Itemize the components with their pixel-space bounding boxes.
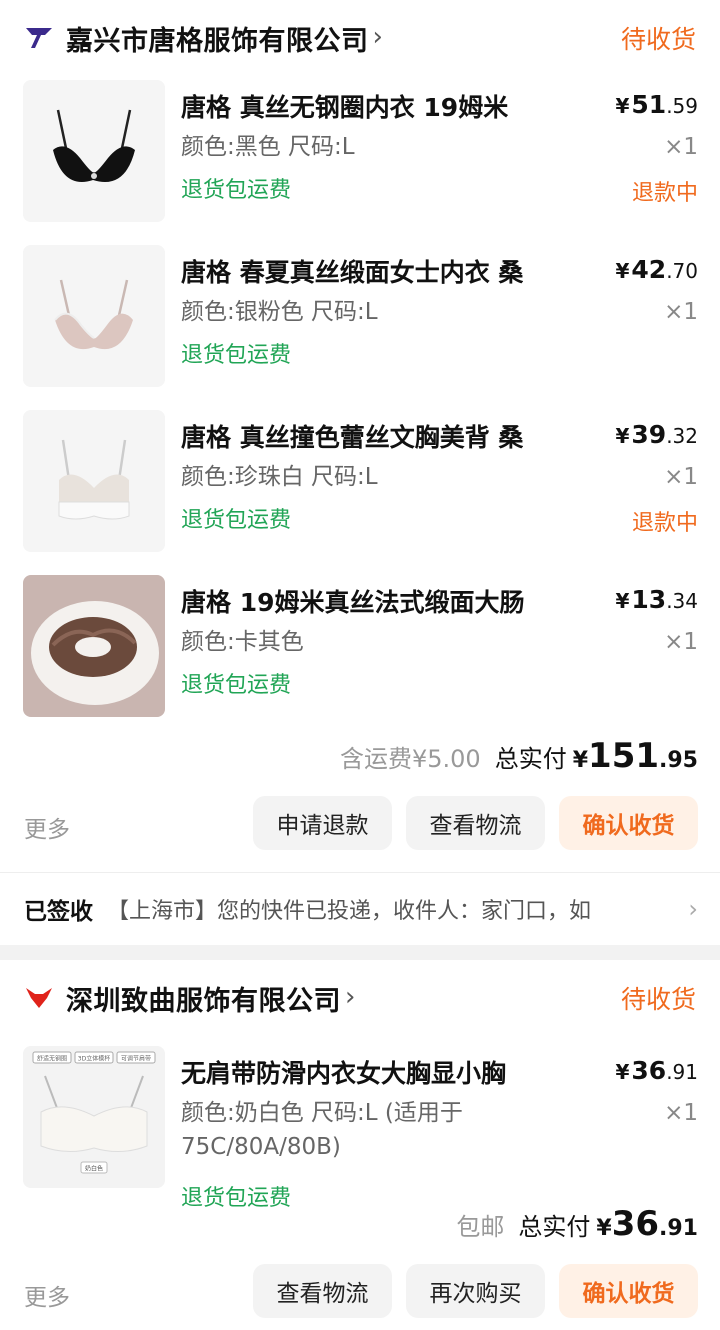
return-shipping-tag: 退货包运费 [181, 343, 292, 368]
product-title: 唐格 春夏真丝缎面女士内衣 桑 [181, 258, 524, 287]
product-price: ¥51.59 [615, 90, 698, 119]
product-quantity: ×1 [664, 134, 698, 160]
chevron-right-icon: › [345, 982, 356, 1012]
order-total: 包邮 总实付 ¥36.91 [456, 1204, 698, 1244]
confirm-receipt-button[interactable]: 确认收货 [559, 796, 698, 850]
product-spec: 颜色:卡其色 [181, 629, 304, 655]
order-card-1: 嘉兴市唐格服饰有限公司 › 待收货 唐格 真丝无钢圈内衣 19姆米 颜色:黑色 … [0, 0, 720, 945]
product-spec: 颜色:珍珠白 尺码:L [181, 464, 378, 490]
product-spec: 颜色:奶白色 尺码:L (适用于75C/80A/80B) [181, 1100, 463, 1160]
buy-again-button[interactable]: 再次购买 [406, 1264, 545, 1318]
shop-header[interactable]: 深圳致曲服饰有限公司 › 待收货 [24, 978, 696, 1018]
order-total: 含运费¥5.00 总实付 ¥151.95 [340, 736, 698, 776]
product-image-black-bra [23, 80, 165, 222]
logistics-bar[interactable]: 已签收 【上海市】您的快件已投递，收件人：家门口，如 › [0, 872, 720, 945]
product-spec: 颜色:黑色 尺码:L [181, 134, 355, 160]
product-image-white-bra [23, 410, 165, 552]
shop-name: 嘉兴市唐格服饰有限公司 [66, 25, 369, 57]
product-image-strapless-bra: 舒适无钢圈 3D立体模杯 可调节肩带 奶白色 [23, 1046, 165, 1188]
refund-status: 退款中 [631, 181, 698, 206]
order-card-2: 深圳致曲服饰有限公司 › 待收货 舒适无钢圈 3D立体模杯 可调节肩带 奶白色 … [0, 960, 720, 1330]
refund-status: 退款中 [631, 511, 698, 536]
order-item[interactable]: 唐格 19姆米真丝法式缎面大肠 颜色:卡其色 退货包运费 ¥13.34 ×1 [0, 575, 720, 725]
more-button[interactable]: 更多 [24, 1278, 70, 1312]
product-price: ¥39.32 [615, 420, 698, 449]
order-item[interactable]: 唐格 真丝无钢圈内衣 19姆米 颜色:黑色 尺码:L 退货包运费 ¥51.59 … [0, 80, 720, 230]
thumb-tag-3: 可调节肩带 [121, 1055, 151, 1063]
view-logistics-button[interactable]: 查看物流 [253, 1264, 392, 1318]
shop-logo-icon [24, 23, 54, 53]
shop-name: 深圳致曲服饰有限公司 [66, 985, 341, 1017]
confirm-receipt-button[interactable]: 确认收货 [559, 1264, 698, 1318]
view-logistics-button[interactable]: 查看物流 [406, 796, 545, 850]
product-price: ¥36.91 [615, 1056, 698, 1085]
order-item[interactable]: 唐格 春夏真丝缎面女士内衣 桑 颜色:银粉色 尺码:L 退货包运费 ¥42.70… [0, 245, 720, 395]
product-title: 唐格 19姆米真丝法式缎面大肠 [181, 588, 525, 617]
order-status: 待收货 [620, 25, 696, 54]
return-shipping-tag: 退货包运费 [181, 1186, 292, 1211]
return-shipping-tag: 退货包运费 [181, 673, 292, 698]
chevron-right-icon: › [372, 22, 383, 52]
product-image-pink-bra [23, 245, 165, 387]
order-status: 待收货 [620, 985, 696, 1014]
product-price: ¥13.34 [615, 585, 698, 614]
total-label: 总实付 [518, 1213, 591, 1241]
thumb-color-label: 奶白色 [85, 1165, 103, 1173]
shipping-fee: 含运费¥5.00 [340, 745, 481, 773]
logistics-status: 已签收 [24, 899, 93, 925]
thumb-tag-2: 3D立体模杯 [78, 1055, 110, 1063]
request-refund-button[interactable]: 申请退款 [253, 796, 392, 850]
product-title: 无肩带防滑内衣女大胸显小胸 [181, 1059, 507, 1088]
product-title: 唐格 真丝撞色蕾丝文胸美背 桑 [181, 423, 524, 452]
product-quantity: ×1 [664, 629, 698, 655]
logistics-text: 【上海市】您的快件已投递，收件人：家门口，如 [107, 899, 592, 924]
shop-logo-icon [24, 983, 54, 1013]
product-quantity: ×1 [664, 1100, 698, 1126]
product-price: ¥42.70 [615, 255, 698, 284]
order-item[interactable]: 唐格 真丝撞色蕾丝文胸美背 桑 颜色:珍珠白 尺码:L 退货包运费 ¥39.32… [0, 410, 720, 560]
product-quantity: ×1 [664, 299, 698, 325]
product-spec: 颜色:银粉色 尺码:L [181, 299, 378, 325]
return-shipping-tag: 退货包运费 [181, 178, 292, 203]
return-shipping-tag: 退货包运费 [181, 508, 292, 533]
shipping-fee: 包邮 [456, 1213, 505, 1241]
chevron-right-icon: › [688, 895, 698, 923]
product-image-scrunchie [23, 575, 165, 717]
total-label: 总实付 [494, 745, 567, 773]
more-button[interactable]: 更多 [24, 810, 70, 844]
product-title: 唐格 真丝无钢圈内衣 19姆米 [181, 93, 509, 122]
product-quantity: ×1 [664, 464, 698, 490]
order-item[interactable]: 舒适无钢圈 3D立体模杯 可调节肩带 奶白色 无肩带防滑内衣女大胸显小胸 颜色:… [0, 1046, 720, 1211]
thumb-tag-1: 舒适无钢圈 [37, 1055, 67, 1063]
shop-header[interactable]: 嘉兴市唐格服饰有限公司 › 待收货 [24, 18, 696, 58]
